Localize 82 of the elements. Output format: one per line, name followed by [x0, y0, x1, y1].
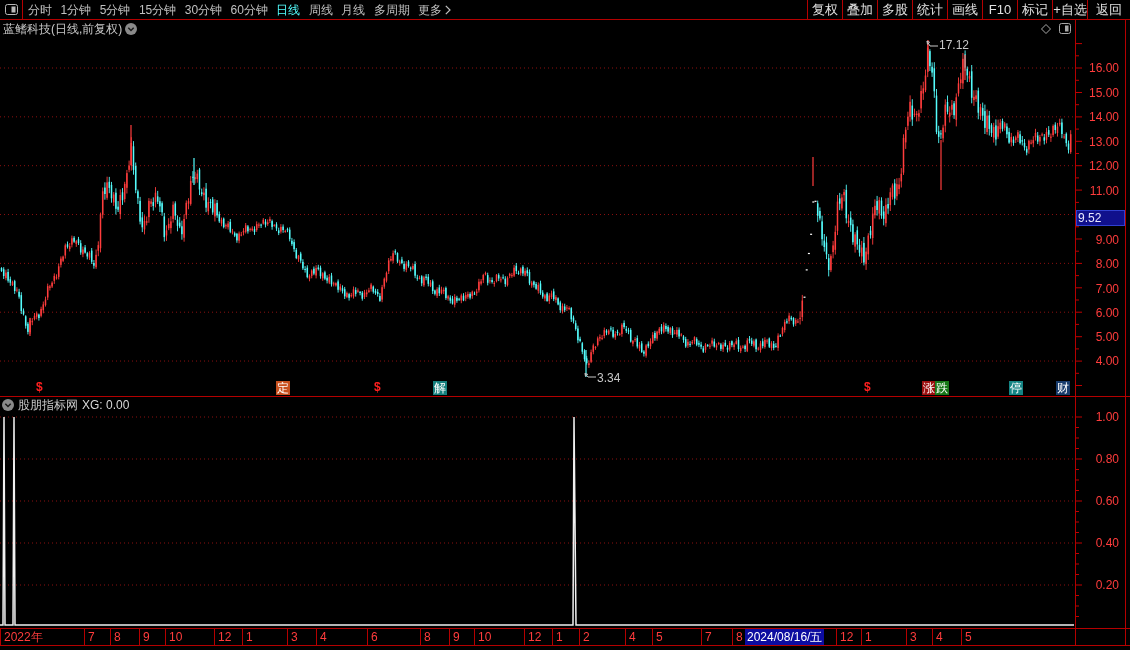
- chevron-down-icon[interactable]: [2, 399, 14, 411]
- price-axis-label: 12.00: [1088, 159, 1119, 173]
- date-axis-label: 4: [932, 629, 945, 645]
- price-axis-label: 8.00: [1095, 257, 1119, 271]
- indicator-axis-label: 0.20: [1095, 578, 1119, 592]
- stock-title: 蓝鳍科技(日线,前复权): [3, 20, 123, 37]
- signal-marker: $: [374, 380, 381, 395]
- date-axis-label: 9: [449, 629, 462, 645]
- date-axis-label: 1: [242, 629, 255, 645]
- toolbar-button[interactable]: F10: [982, 0, 1017, 19]
- period-tab[interactable]: 60分钟: [230, 1, 268, 18]
- toolbar-button[interactable]: 画线: [947, 0, 982, 19]
- diamond-icon[interactable]: [1041, 23, 1051, 34]
- price-axis-label: 9.00: [1095, 233, 1119, 247]
- indicator-axis-label: 0.60: [1095, 494, 1119, 508]
- period-tab[interactable]: 周线: [308, 1, 333, 18]
- event-tag: 跌: [935, 381, 949, 395]
- chevron-right-icon: [445, 4, 452, 15]
- price-axis-label: 6.00: [1095, 306, 1119, 320]
- date-axis-label: 10: [474, 629, 494, 645]
- toolbar-button[interactable]: 多股: [877, 0, 912, 19]
- period-tab[interactable]: 5分钟: [99, 1, 131, 18]
- date-axis-label: 5: [652, 629, 665, 645]
- toolbar-button[interactable]: 统计: [912, 0, 947, 19]
- price-axis-label: 7.00: [1095, 282, 1119, 296]
- panel-toggle-icon[interactable]: [1059, 23, 1071, 34]
- price-axis-label: 14.00: [1088, 110, 1119, 124]
- date-axis-label: 2022年: [0, 629, 45, 645]
- indicator-axis-label: 0.80: [1095, 452, 1119, 466]
- date-axis-label: 4: [316, 629, 329, 645]
- date-axis-label: 5: [961, 629, 974, 645]
- panel-toggle-icon: [4, 4, 18, 15]
- event-tag: 定: [276, 381, 290, 395]
- date-axis-label: 3: [287, 629, 300, 645]
- price-axis-label: 13.00: [1088, 135, 1119, 149]
- date-axis-label: 9: [139, 629, 152, 645]
- date-axis-label: 7: [84, 629, 97, 645]
- price-axis-label: 15.00: [1088, 86, 1119, 100]
- event-tag: 解: [433, 381, 447, 395]
- chevron-down-icon[interactable]: [125, 22, 138, 35]
- period-tab[interactable]: 15分钟: [138, 1, 177, 18]
- event-tag: 停: [1009, 381, 1023, 395]
- event-tag: 财: [1056, 381, 1070, 395]
- cursor-date-label: 2024/08/16/五: [745, 629, 825, 645]
- period-tab[interactable]: 日线: [276, 1, 301, 18]
- price-axis-label: 11.00: [1089, 184, 1119, 198]
- period-tab[interactable]: 30分钟: [184, 1, 223, 18]
- current-price-label: 9.52: [1076, 210, 1125, 226]
- toolbar-button[interactable]: 标记: [1017, 0, 1052, 19]
- price-axis-label: 16.00: [1088, 61, 1119, 75]
- date-axis-label: 10: [165, 629, 185, 645]
- indicator-value: XG: 0.00: [82, 398, 130, 412]
- toolbar-button[interactable]: 返回: [1087, 0, 1130, 19]
- signal-marker: $: [864, 380, 871, 395]
- indicator-axis-label: 0.40: [1095, 536, 1119, 550]
- toolbar-button[interactable]: 叠加: [842, 0, 877, 19]
- signal-marker: $: [36, 380, 43, 395]
- date-axis-label: 4: [625, 629, 638, 645]
- indicator-name: 股朋指标网: [18, 398, 78, 412]
- period-tab[interactable]: 多周期: [373, 1, 410, 18]
- period-tab[interactable]: 更多: [418, 1, 452, 18]
- toolbar-button[interactable]: 复权: [807, 0, 842, 19]
- indicator-axis-label: 1.00: [1095, 410, 1119, 424]
- price-axis-label: 4.00: [1095, 354, 1119, 368]
- date-axis-label: 3: [906, 629, 919, 645]
- period-tab[interactable]: 分时: [28, 1, 52, 18]
- date-axis-label: 7: [701, 629, 714, 645]
- date-axis-label: 1: [861, 629, 874, 645]
- date-axis-label: 12: [214, 629, 234, 645]
- period-tab[interactable]: 月线: [341, 1, 366, 18]
- date-axis-label: 1: [552, 629, 565, 645]
- date-axis-label: 6: [367, 629, 380, 645]
- price-axis-label: 5.00: [1095, 330, 1119, 344]
- toolbar-button[interactable]: +自选: [1052, 0, 1087, 19]
- date-axis-label: 12: [524, 629, 544, 645]
- period-tab[interactable]: 1分钟: [60, 1, 92, 18]
- date-axis-label: 2: [579, 629, 592, 645]
- date-axis-label: 8: [420, 629, 433, 645]
- date-axis-label: 8: [110, 629, 123, 645]
- date-axis-label: 12: [836, 629, 856, 645]
- date-axis-label: 8: [732, 629, 745, 645]
- event-tag: 涨: [922, 381, 936, 395]
